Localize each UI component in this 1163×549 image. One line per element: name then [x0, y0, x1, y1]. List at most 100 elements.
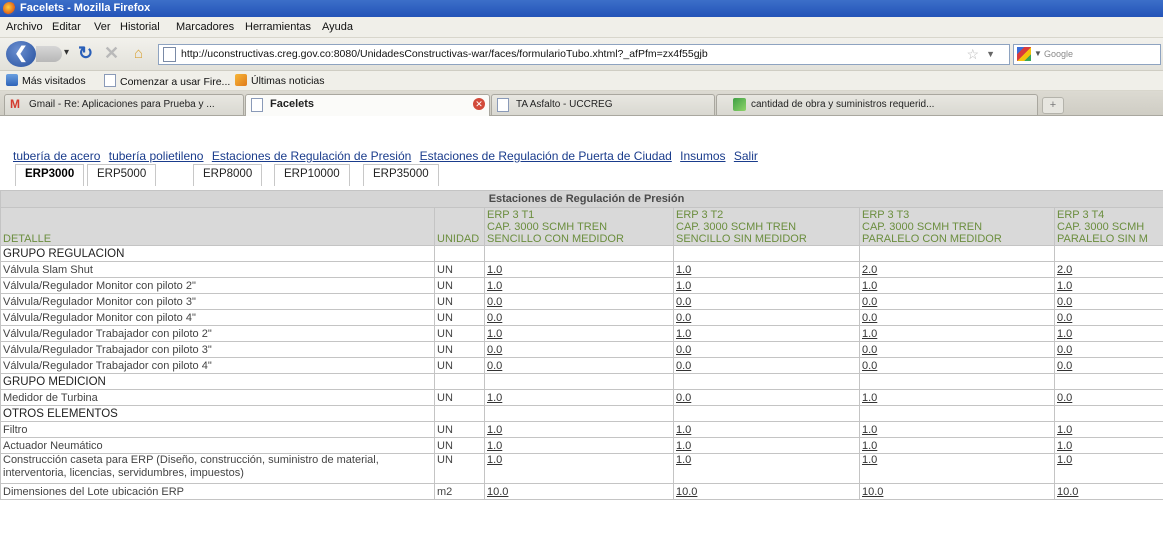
value-link[interactable]: 10.0 [1057, 486, 1078, 498]
value-link[interactable]: 1.0 [1057, 424, 1072, 436]
value-link[interactable]: 0.0 [487, 344, 502, 356]
value-link[interactable]: 1.0 [676, 455, 691, 467]
value-link[interactable]: 1.0 [1057, 440, 1072, 452]
value-link[interactable]: 1.0 [676, 328, 691, 340]
value-link[interactable]: 0.0 [487, 312, 502, 324]
subtab-erp10000[interactable]: ERP10000 [274, 164, 350, 186]
value-cell [859, 373, 1055, 390]
bookmark-ultimas-noticias[interactable]: Últimas noticias [235, 74, 325, 87]
value-link[interactable]: 10.0 [487, 486, 508, 498]
subtab-erp5000[interactable]: ERP5000 [87, 164, 157, 186]
stop-icon[interactable]: ✕ [104, 43, 119, 64]
value-link[interactable]: 0.0 [676, 344, 691, 356]
menu-archivo[interactable]: Archivo [6, 21, 43, 33]
tab-ta-asfalto[interactable]: TA Asfalto - UCCREG [491, 94, 715, 115]
google-icon[interactable] [1017, 47, 1031, 61]
value-link[interactable]: 10.0 [676, 486, 697, 498]
value-link[interactable]: 0.0 [862, 344, 877, 356]
close-tab-icon[interactable]: ✕ [473, 98, 485, 110]
tab-facelets[interactable]: Facelets ✕ [245, 94, 490, 116]
bookmark-comenzar[interactable]: Comenzar a usar Fire... [104, 74, 230, 88]
value-link[interactable]: 1.0 [487, 440, 502, 452]
value-link[interactable]: 0.0 [862, 296, 877, 308]
tab-cantidad-de-obra[interactable]: cantidad de obra y suministros requerid.… [716, 94, 1038, 115]
value-link[interactable]: 2.0 [862, 264, 877, 276]
reload-icon[interactable]: ↻ [78, 43, 93, 64]
value-cell [484, 373, 674, 390]
value-link[interactable]: 1.0 [487, 424, 502, 436]
menu-historial[interactable]: Historial [120, 21, 160, 33]
bookmark-star-icon[interactable]: ☆ [966, 46, 979, 63]
value-link[interactable]: 0.0 [1057, 392, 1072, 404]
value-link[interactable]: 1.0 [1057, 280, 1072, 292]
value-link[interactable]: 1.0 [487, 455, 502, 467]
value-link[interactable]: 1.0 [1057, 328, 1072, 340]
link-tuberia-polietileno[interactable]: tubería polietileno [109, 149, 204, 163]
value-link[interactable]: 0.0 [862, 360, 877, 372]
search-box[interactable]: ▼ Google [1013, 44, 1161, 65]
value-link[interactable]: 1.0 [676, 440, 691, 452]
value-link[interactable]: 0.0 [862, 312, 877, 324]
value-link[interactable]: 0.0 [1057, 312, 1072, 324]
tab-gmail[interactable]: M Gmail - Re: Aplicaciones para Prueba y… [4, 94, 244, 115]
menu-editar[interactable]: Editar [52, 21, 81, 33]
new-tab-button[interactable]: + [1042, 97, 1064, 114]
value-link[interactable]: 1.0 [862, 328, 877, 340]
value-cell: 1.0 [673, 453, 860, 484]
search-engine-dropdown-icon[interactable]: ▼ [1034, 49, 1042, 58]
url-dropdown-icon[interactable]: ▼ [986, 49, 995, 59]
menu-ver[interactable]: Ver [94, 21, 111, 33]
value-link[interactable]: 0.0 [676, 296, 691, 308]
url-text[interactable]: http://uconstructivas.creg.gov.co:8080/U… [181, 48, 708, 60]
search-placeholder[interactable]: Google [1044, 49, 1073, 59]
history-dropdown-icon[interactable]: ▾ [64, 47, 69, 58]
value-link[interactable]: 1.0 [1057, 455, 1072, 467]
value-link[interactable]: 1.0 [487, 264, 502, 276]
value-link[interactable]: 0.0 [1057, 296, 1072, 308]
home-icon[interactable]: ⌂ [134, 45, 143, 62]
value-link[interactable]: 0.0 [487, 360, 502, 372]
link-insumos[interactable]: Insumos [680, 149, 725, 163]
link-salir[interactable]: Salir [734, 149, 758, 163]
table-row: Válvula/Regulador Trabajador con piloto … [0, 325, 1163, 342]
subtab-erp35000[interactable]: ERP35000 [363, 164, 439, 186]
url-bar[interactable]: http://uconstructivas.creg.gov.co:8080/U… [158, 44, 1010, 65]
detalle-cell: Válvula/Regulador Monitor con piloto 4" [0, 309, 435, 326]
value-link[interactable]: 1.0 [862, 455, 877, 467]
value-link[interactable]: 1.0 [676, 424, 691, 436]
bookmark-mas-visitados[interactable]: Más visitados [6, 74, 86, 87]
value-link[interactable]: 0.0 [676, 392, 691, 404]
value-link[interactable]: 1.0 [862, 392, 877, 404]
value-link[interactable]: 0.0 [676, 312, 691, 324]
value-link[interactable]: 10.0 [862, 486, 883, 498]
column-header-line: CAP. 3000 SCMH TREN [676, 221, 797, 233]
value-link[interactable]: 1.0 [862, 280, 877, 292]
value-link[interactable]: 1.0 [862, 424, 877, 436]
rss-feed-icon [235, 74, 247, 86]
subtab-erp8000[interactable]: ERP8000 [193, 164, 263, 186]
value-link[interactable]: 1.0 [676, 264, 691, 276]
menu-ayuda[interactable]: Ayuda [322, 21, 353, 33]
value-link[interactable]: 0.0 [676, 360, 691, 372]
subtab-erp3000[interactable]: ERP3000 [15, 164, 85, 186]
link-tuberia-acero[interactable]: tubería de acero [13, 149, 100, 163]
value-link[interactable]: 0.0 [1057, 344, 1072, 356]
value-link[interactable]: 1.0 [487, 280, 502, 292]
forward-button[interactable] [36, 46, 62, 62]
table-row: Válvula Slam Shut UN 1.0 1.0 2.0 2.0 [0, 261, 1163, 278]
value-link[interactable]: 1.0 [487, 328, 502, 340]
link-estaciones-puerta-ciudad[interactable]: Estaciones de Regulación de Puerta de Ci… [420, 149, 672, 163]
value-link[interactable]: 1.0 [862, 440, 877, 452]
value-link[interactable]: 1.0 [487, 392, 502, 404]
value-link[interactable]: 2.0 [1057, 264, 1072, 276]
back-button[interactable]: ❮ [6, 41, 36, 67]
menu-herramientas[interactable]: Herramientas [245, 21, 311, 33]
tab-strip: M Gmail - Re: Aplicaciones para Prueba y… [0, 91, 1163, 116]
value-link[interactable]: 0.0 [1057, 360, 1072, 372]
value-cell [1054, 245, 1163, 262]
link-estaciones-regulacion-presion[interactable]: Estaciones de Regulación de Presión [212, 149, 411, 163]
value-link[interactable]: 1.0 [676, 280, 691, 292]
menu-marcadores[interactable]: Marcadores [176, 21, 234, 33]
unidad-cell: UN [434, 437, 485, 454]
value-link[interactable]: 0.0 [487, 296, 502, 308]
